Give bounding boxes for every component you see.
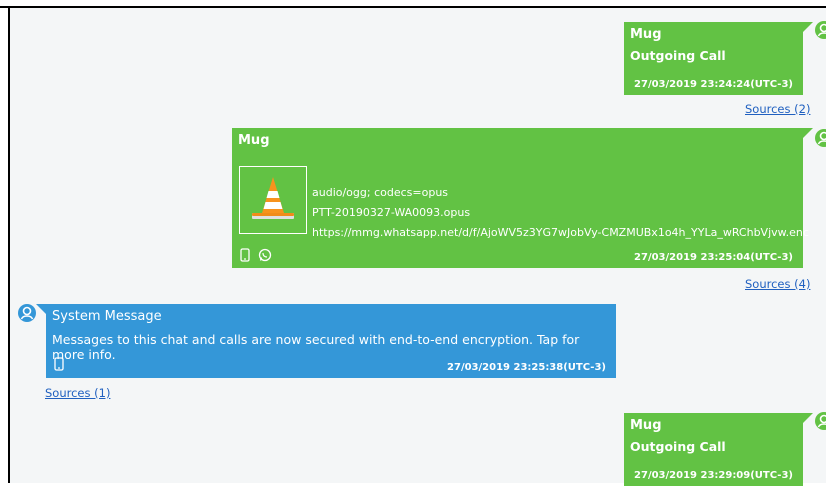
message-bubble-system[interactable]: System Message Messages to this chat and…	[46, 304, 616, 378]
sources-link[interactable]: Sources (1)	[45, 386, 110, 400]
phone-icon	[238, 248, 252, 262]
phone-icon	[52, 357, 66, 371]
message-timestamp: 27/03/2019 23:25:04(UTC-3)	[634, 252, 793, 263]
chat-panel: Mug Outgoing Call 27/03/2019 23:24:24(UT…	[10, 8, 826, 483]
attachment-mime: audio/ogg; codecs=opus	[312, 183, 448, 203]
message-body: Messages to this chat and calls are now …	[46, 324, 616, 362]
bubble-tail	[803, 413, 813, 423]
bubble-tail	[36, 304, 46, 314]
avatar-icon	[814, 411, 826, 431]
message-sender: System Message	[46, 304, 616, 324]
avatar-icon	[814, 128, 826, 148]
attachment-thumbnail[interactable]	[239, 166, 307, 234]
sources-link[interactable]: Sources (4)	[745, 277, 810, 291]
bubble-tail	[803, 22, 813, 32]
message-sender: Mug	[624, 413, 803, 433]
message-bubble-outgoing-call[interactable]: Mug Outgoing Call 27/03/2019 23:24:24(UT…	[624, 22, 803, 95]
whatsapp-icon	[258, 248, 272, 262]
message-bubble-outgoing-call[interactable]: Mug Outgoing Call 27/03/2019 23:29:09(UT…	[624, 413, 803, 486]
vlc-icon	[240, 167, 306, 233]
message-sender: Mug	[232, 128, 803, 148]
message-body: Outgoing Call	[624, 433, 803, 454]
avatar-icon	[814, 20, 826, 40]
sources-link[interactable]: Sources (2)	[745, 102, 810, 116]
avatar-icon	[17, 303, 37, 323]
message-timestamp: 27/03/2019 23:29:09(UTC-3)	[634, 470, 793, 481]
attachment-url[interactable]: https://mmg.whatsapp.net/d/f/AjoWV5z3YG7…	[312, 223, 809, 243]
attachment-filename: PTT-20190327-WA0093.opus	[312, 203, 470, 223]
message-bubble-attachment[interactable]: Mug audio/ogg; codecs=opus PTT-20190327-…	[232, 128, 803, 268]
message-timestamp: 27/03/2019 23:25:38(UTC-3)	[447, 362, 606, 373]
message-body: Outgoing Call	[624, 42, 803, 63]
message-sender: Mug	[624, 22, 803, 42]
message-timestamp: 27/03/2019 23:24:24(UTC-3)	[634, 79, 793, 90]
bubble-tail	[803, 128, 813, 138]
